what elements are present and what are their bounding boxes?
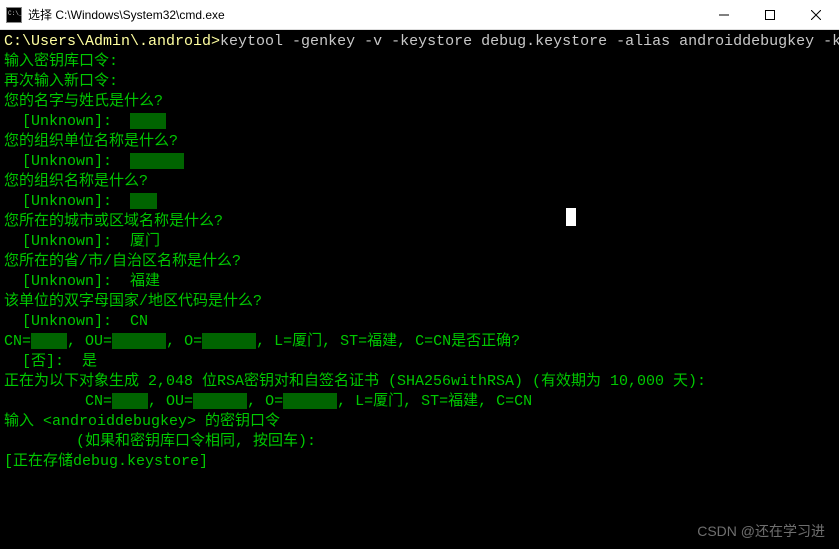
output-line: CN=XXXX, OU=XXXXXX, O=XXXXXX, L=厦门, ST=福… xyxy=(4,332,835,352)
output-line: [Unknown]: CN xyxy=(4,312,835,332)
output-line: 您的组织单位名称是什么? xyxy=(4,132,835,152)
output-line: [Unknown]: XXXX xyxy=(4,112,835,132)
output-line: [否]: 是 xyxy=(4,352,835,372)
cmd-icon xyxy=(6,7,22,23)
window-controls xyxy=(701,0,839,29)
output-line: CN=XXXX, OU=XXXXXX, O=XXXXXX, L=厦门, ST=福… xyxy=(4,392,835,412)
maximize-button[interactable] xyxy=(747,0,793,29)
redacted-value: XXXXXX xyxy=(130,153,184,169)
output-line: 您的名字与姓氏是什么? xyxy=(4,92,835,112)
output-line: 您所在的省/市/自治区名称是什么? xyxy=(4,252,835,272)
redacted-value: XXXXXX xyxy=(283,393,337,409)
output-line: 您所在的城市或区域名称是什么? xyxy=(4,212,835,232)
redacted-value: XXX xyxy=(130,193,157,209)
redacted-value: XXXXXX xyxy=(193,393,247,409)
output-line: [Unknown]: 厦门 xyxy=(4,232,835,252)
terminal-area[interactable]: C:\Users\Admin\.android>keytool -genkey … xyxy=(0,30,839,549)
minimize-button[interactable] xyxy=(701,0,747,29)
watermark-text: CSDN @还在学习进 xyxy=(697,521,825,541)
output-line: [Unknown]: 福建 xyxy=(4,272,835,292)
output-line: 您的组织名称是什么? xyxy=(4,172,835,192)
redacted-value: XXXX xyxy=(31,333,67,349)
redacted-value: XXXXXX xyxy=(112,333,166,349)
output-line: 再次输入新口令: xyxy=(4,72,835,92)
titlebar: 选择 C:\Windows\System32\cmd.exe xyxy=(0,0,839,30)
command-line: C:\Users\Admin\.android>keytool -genkey … xyxy=(4,32,835,52)
close-button[interactable] xyxy=(793,0,839,29)
output-line: 该单位的双字母国家/地区代码是什么? xyxy=(4,292,835,312)
redacted-value: XXXX xyxy=(130,113,166,129)
output-line: (如果和密钥库口令相同, 按回车): xyxy=(4,432,835,452)
prompt-text: C:\Users\Admin\.android> xyxy=(4,33,220,50)
text-cursor xyxy=(566,208,576,226)
output-line: [Unknown]: XXX xyxy=(4,192,835,212)
command-text: keytool -genkey -v -keystore debug.keyst… xyxy=(220,33,839,50)
output-line: 输入 <androiddebugkey> 的密钥口令 xyxy=(4,412,835,432)
output-line: 输入密钥库口令: xyxy=(4,52,835,72)
output-line: 正在为以下对象生成 2,048 位RSA密钥对和自签名证书 (SHA256wit… xyxy=(4,372,835,392)
window-title: 选择 C:\Windows\System32\cmd.exe xyxy=(28,6,701,23)
output-line: [Unknown]: XXXXXX xyxy=(4,152,835,172)
redacted-value: XXXXXX xyxy=(202,333,256,349)
redacted-value: XXXX xyxy=(112,393,148,409)
output-line: [正在存储debug.keystore] xyxy=(4,452,835,472)
